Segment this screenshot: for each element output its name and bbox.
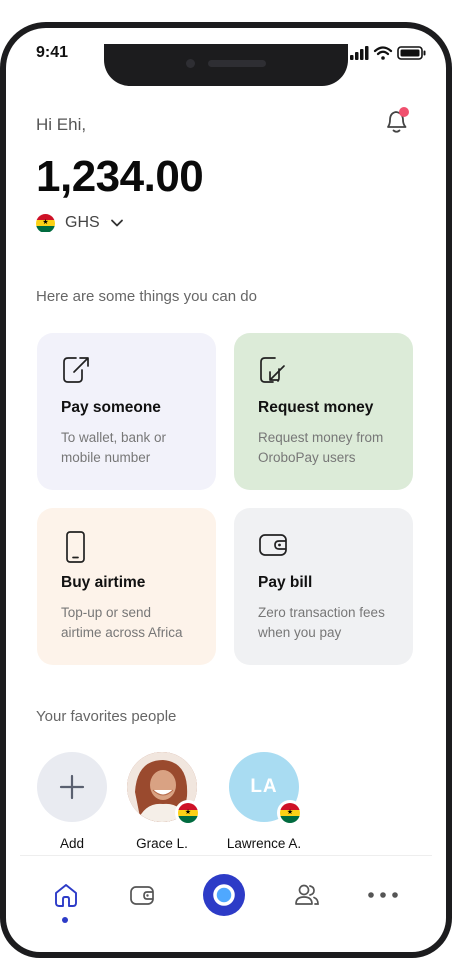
nav-home[interactable] [46, 875, 86, 915]
currency-selector[interactable]: ★ GHS [36, 212, 124, 234]
battery-icon [397, 46, 426, 60]
notification-dot [399, 107, 409, 117]
home-icon [55, 884, 77, 907]
send-arrow-icon [61, 355, 91, 385]
speaker [208, 60, 266, 67]
ghana-flag-icon: ★ [175, 800, 201, 826]
subtitle-line: To wallet, bank or [61, 430, 167, 445]
subtitle-line: OroboPay users [258, 450, 356, 465]
greeting: Hi Ehi, [36, 115, 87, 134]
add-favorite-button[interactable]: Add [27, 752, 117, 851]
nav-divider [20, 855, 432, 856]
wifi-icon [373, 46, 393, 60]
avatar-initials: LA [250, 776, 278, 797]
actions-title: Here are some things you can do [36, 288, 257, 305]
nav-more[interactable] [363, 875, 403, 915]
subtitle-line: Top-up or send [61, 605, 152, 620]
buy-airtime-card[interactable]: Buy airtime Top-up or send airtime acros… [37, 508, 216, 665]
nav-wallet[interactable] [122, 875, 162, 915]
notch [104, 44, 348, 86]
subtitle-line: Request money from [258, 430, 384, 445]
favorite-name: Lawrence A. [226, 836, 302, 851]
center-action-icon [203, 874, 245, 916]
card-subtitle: Request money from OroboPay users [258, 428, 389, 468]
wallet-icon [130, 886, 154, 905]
card-title: Request money [258, 399, 374, 416]
contacts-icon [295, 884, 319, 905]
add-circle[interactable] [37, 752, 107, 822]
plus-icon [59, 774, 85, 800]
status-time: 9:41 [36, 44, 69, 61]
avatar[interactable]: ★ [127, 752, 201, 826]
favorite-name: Grace L. [136, 836, 188, 851]
subtitle-line: Zero transaction fees [258, 605, 385, 620]
nav-contacts[interactable] [287, 875, 327, 915]
favorites-title: Your favorites people [36, 708, 177, 725]
chevron-down-icon [110, 219, 123, 227]
card-subtitle: To wallet, bank or mobile number [61, 428, 192, 468]
request-money-card[interactable]: Request money Request money from OroboPa… [234, 333, 413, 490]
more-icon [368, 892, 398, 898]
card-subtitle: Top-up or send airtime across Africa [61, 603, 192, 643]
card-title: Pay bill [258, 574, 313, 591]
ghana-flag-icon: ★ [36, 213, 55, 233]
pay-someone-card[interactable]: Pay someone To wallet, bank or mobile nu… [37, 333, 216, 490]
card-title: Buy airtime [61, 574, 146, 591]
subtitle-line: when you pay [258, 625, 342, 640]
notification-bell-icon[interactable] [380, 104, 414, 138]
subtitle-line: mobile number [61, 450, 151, 465]
favorite-name: Add [59, 836, 85, 851]
currency-code: GHS [65, 214, 100, 231]
camera [186, 59, 195, 68]
card-title: Pay someone [61, 399, 161, 416]
subtitle-line: airtime across Africa [61, 625, 183, 640]
nav-center-action[interactable] [202, 873, 246, 917]
wallet-icon [258, 530, 288, 560]
phone-icon [61, 530, 91, 563]
signal-icon [350, 46, 369, 60]
balance-amount: 1,234.00 [36, 152, 204, 201]
favorite-lawrence[interactable]: LA ★ Lawrence A. [219, 752, 309, 851]
active-indicator [62, 917, 68, 923]
pay-bill-card[interactable]: Pay bill Zero transaction fees when you … [234, 508, 413, 665]
status-icons [350, 44, 430, 62]
ghana-flag-icon: ★ [277, 800, 303, 826]
receive-arrow-icon [258, 355, 288, 385]
favorite-grace[interactable]: ★ Grace L. [117, 752, 207, 851]
card-subtitle: Zero transaction fees when you pay [258, 603, 389, 643]
avatar[interactable]: LA ★ [229, 752, 303, 826]
